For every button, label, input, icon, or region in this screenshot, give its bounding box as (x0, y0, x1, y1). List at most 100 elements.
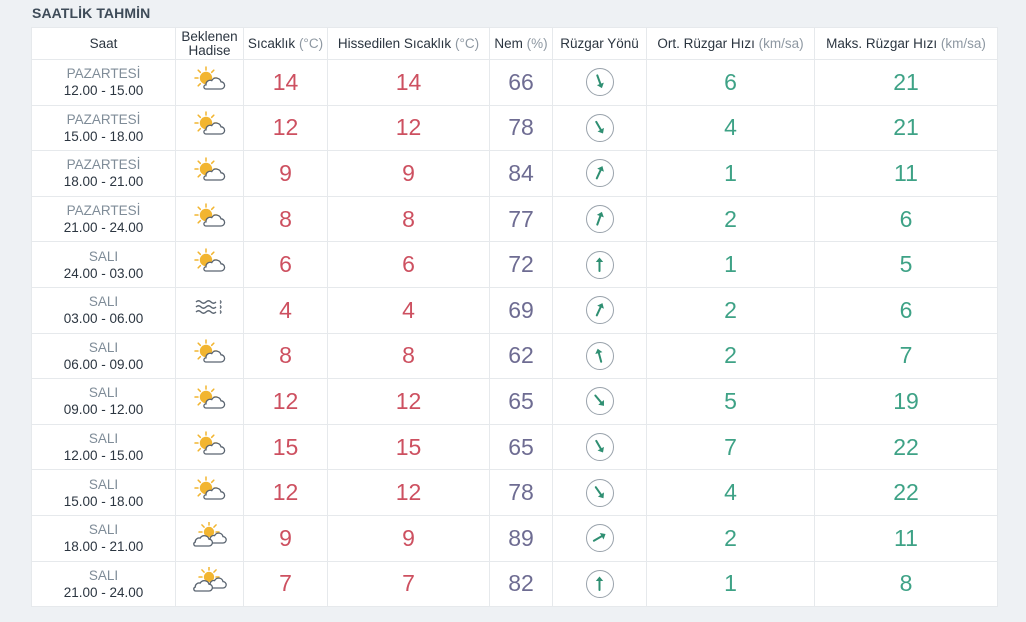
time-range: 15.00 - 18.00 (63, 493, 144, 509)
table-row: SALI 21.00 - 24.00 7 7 82 1 8 (31, 560, 998, 608)
table-row: SALI 12.00 - 15.00 15 15 65 7 22 (31, 423, 998, 471)
partly-cloudy-icon (193, 157, 227, 190)
avg-wind-speed-value: 1 (646, 241, 815, 288)
time-cell: SALI 09.00 - 12.00 (31, 378, 176, 425)
feels-like-value: 9 (327, 150, 490, 197)
max-wind-speed-value: 8 (814, 560, 998, 608)
wind-direction-arrow-icon (585, 387, 614, 416)
temperature-value: 9 (243, 514, 328, 562)
day-label: SALI (88, 476, 119, 492)
day-label: PAZARTESİ (66, 157, 141, 173)
header-humidity: Nem (%) (489, 27, 553, 60)
day-label: SALI (88, 567, 119, 583)
time-range: 12.00 - 15.00 (63, 83, 144, 99)
wind-direction-arrow-icon (585, 296, 614, 325)
table-row: SALI 03.00 - 06.00 4 4 69 2 6 (31, 286, 998, 334)
temperature-value: 7 (243, 560, 328, 608)
feels-like-value: 8 (327, 195, 490, 243)
wind-direction-cell (552, 332, 647, 380)
day-label: PAZARTESİ (66, 203, 141, 219)
time-cell: PAZARTESİ 12.00 - 15.00 (31, 59, 176, 106)
time-range: 21.00 - 24.00 (63, 220, 144, 236)
header-feels-like: Hissedilen Sıcaklık (°C) (327, 27, 490, 60)
table-row: SALI 15.00 - 18.00 12 12 78 4 22 (31, 469, 998, 516)
partly-cloudy-icon (193, 476, 227, 509)
time-range: 15.00 - 18.00 (63, 128, 144, 144)
header-max-wind-speed: Maks. Rüzgar Hızı (km/sa) (814, 27, 998, 60)
max-wind-speed-value: 11 (814, 514, 998, 562)
feels-like-value: 6 (327, 241, 490, 288)
max-wind-speed-value: 22 (814, 469, 998, 516)
time-range: 18.00 - 21.00 (63, 174, 144, 190)
table-row: SALI 18.00 - 21.00 9 9 89 2 11 (31, 514, 998, 562)
table-row: PAZARTESİ 18.00 - 21.00 9 9 84 1 11 (31, 150, 998, 197)
avg-wind-speed-value: 4 (646, 104, 815, 152)
table-row: PAZARTESİ 15.00 - 18.00 12 12 78 4 21 (31, 104, 998, 152)
partly-cloudy-icon (193, 111, 227, 144)
time-range: 03.00 - 06.00 (63, 311, 144, 327)
time-cell: PAZARTESİ 18.00 - 21.00 (31, 150, 176, 197)
mostly-cloudy-icon (192, 520, 228, 555)
event-cell (175, 423, 244, 471)
partly-cloudy-icon (193, 248, 227, 281)
wind-direction-arrow-icon (585, 205, 614, 234)
wind-direction-cell (552, 469, 647, 516)
table-row: PAZARTESİ 12.00 - 15.00 14 14 66 6 21 (31, 59, 998, 106)
hourly-forecast-table: Saat Beklenen Hadise Sıcaklık (°C) Hissed… (31, 27, 998, 608)
hourly-forecast-panel: SAATLİK TAHMİN Saat Beklenen Hadise Sıcak… (31, 0, 998, 608)
avg-wind-speed-value: 7 (646, 423, 815, 471)
partly-cloudy-icon (193, 66, 227, 99)
wind-direction-arrow-icon (585, 433, 614, 462)
day-label: SALI (88, 294, 119, 310)
feels-like-value: 12 (327, 378, 490, 425)
max-wind-speed-value: 22 (814, 423, 998, 471)
feels-like-value: 12 (327, 104, 490, 152)
wind-direction-cell (552, 560, 647, 608)
header-time: Saat (31, 27, 176, 60)
humidity-value: 84 (489, 150, 553, 197)
event-cell (175, 378, 244, 425)
time-cell: SALI 15.00 - 18.00 (31, 469, 176, 516)
event-cell (175, 514, 244, 562)
header-avg-wind-speed: Ort. Rüzgar Hızı (km/sa) (646, 27, 815, 60)
time-range: 18.00 - 21.00 (63, 539, 144, 555)
feels-like-value: 7 (327, 560, 490, 608)
max-wind-speed-value: 6 (814, 286, 998, 334)
feels-like-value: 8 (327, 332, 490, 380)
temperature-value: 15 (243, 423, 328, 471)
wind-direction-arrow-icon (585, 524, 614, 553)
time-range: 12.00 - 15.00 (63, 448, 144, 464)
max-wind-speed-value: 21 (814, 104, 998, 152)
day-label: SALI (88, 248, 119, 264)
mostly-cloudy-icon (192, 566, 228, 600)
partly-cloudy-icon (193, 430, 227, 464)
fog-icon (193, 295, 227, 326)
wind-direction-arrow-icon (585, 68, 614, 97)
humidity-value: 77 (489, 195, 553, 243)
avg-wind-speed-value: 4 (646, 469, 815, 516)
time-cell: SALI 06.00 - 09.00 (31, 332, 176, 380)
wind-direction-cell (552, 104, 647, 152)
header-wind-direction: Rüzgar Yönü (552, 27, 647, 60)
day-label: SALI (88, 339, 119, 355)
time-range: 24.00 - 03.00 (63, 265, 144, 281)
partly-cloudy-icon (193, 339, 227, 372)
feels-like-value: 4 (327, 286, 490, 334)
event-cell (175, 332, 244, 380)
partly-cloudy-icon (193, 385, 227, 418)
event-cell (175, 150, 244, 197)
humidity-value: 62 (489, 332, 553, 380)
day-label: SALI (88, 431, 119, 447)
header-expected-event: Beklenen Hadise (175, 27, 244, 60)
table-row: SALI 09.00 - 12.00 12 12 65 5 19 (31, 378, 998, 425)
wind-direction-cell (552, 59, 647, 106)
feels-like-value: 12 (327, 469, 490, 516)
wind-direction-arrow-icon (585, 569, 614, 598)
temperature-value: 12 (243, 378, 328, 425)
event-cell (175, 241, 244, 288)
avg-wind-speed-value: 1 (646, 150, 815, 197)
time-cell: SALI 21.00 - 24.00 (31, 560, 176, 608)
wind-direction-cell (552, 378, 647, 425)
temperature-value: 4 (243, 286, 328, 334)
wind-direction-cell (552, 150, 647, 197)
